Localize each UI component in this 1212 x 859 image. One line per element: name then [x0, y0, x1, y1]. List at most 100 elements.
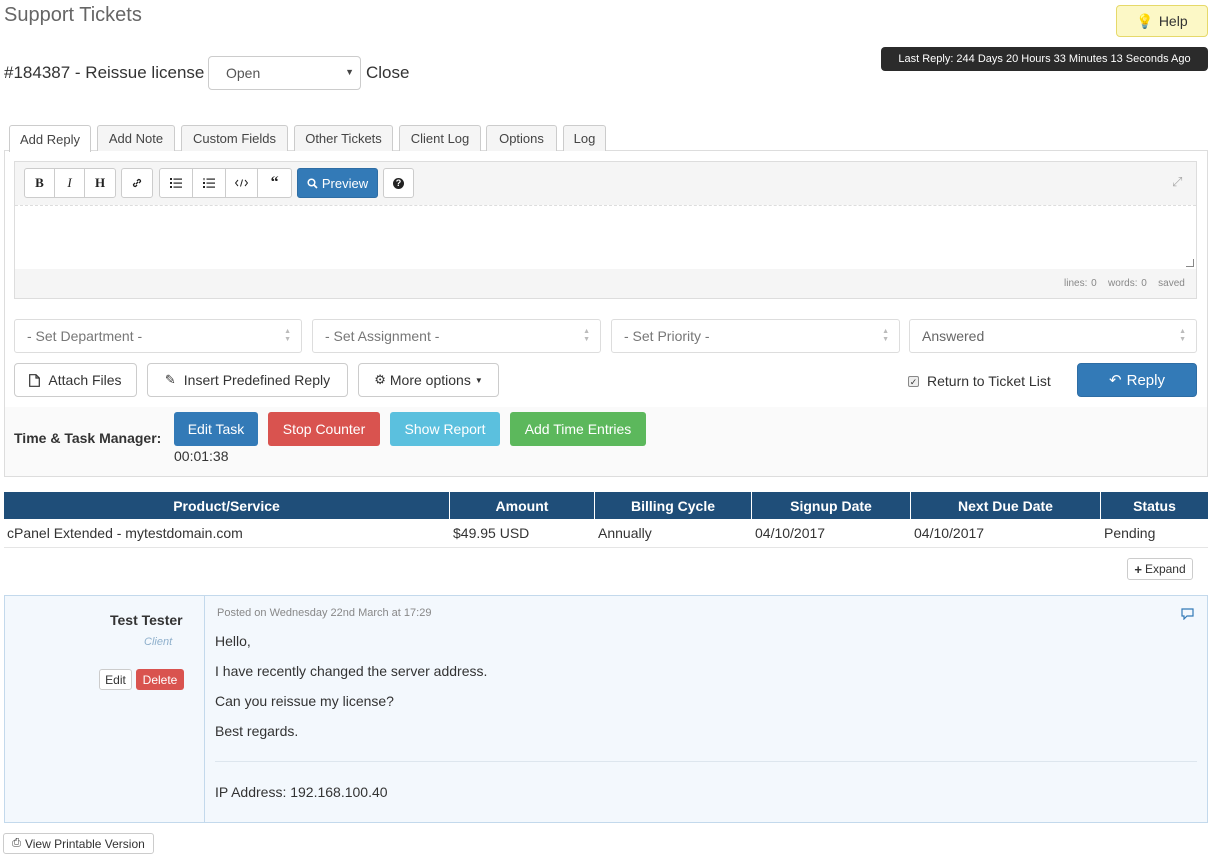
insert-predefined-label: Insert Predefined Reply [183, 372, 331, 388]
table-row-divider [4, 547, 1208, 548]
list-ul-icon [169, 178, 182, 188]
show-report-button[interactable]: Show Report [390, 412, 500, 446]
quote-button[interactable]: “ [258, 169, 291, 197]
reply-textarea[interactable] [15, 205, 1196, 269]
fullscreen-icon[interactable]: ⤢ [1172, 174, 1182, 190]
th-signup-date: Signup Date [752, 492, 910, 519]
link-toolbar-group [121, 168, 153, 198]
editor-status-bar: lines: 0 words: 0 saved [1064, 278, 1185, 289]
time-manager-label: Time & Task Manager: [14, 430, 162, 446]
message-divider [204, 596, 205, 822]
next-due-date-cell: 04/10/2017 [914, 525, 985, 541]
delete-message-button[interactable]: Delete [136, 669, 184, 690]
list-toolbar-group: “ [159, 168, 292, 198]
reply-button[interactable]: ↶ Reply [1077, 363, 1197, 397]
words-count: words: 0 [1108, 278, 1147, 289]
close-ticket-link[interactable]: Close [366, 63, 409, 83]
tab-add-note[interactable]: Add Note [97, 125, 175, 151]
view-printable-label: View Printable Version [24, 836, 145, 851]
reply-status-value: Answered [922, 328, 985, 344]
italic-button[interactable]: I [55, 169, 85, 197]
insert-predefined-reply-button[interactable]: ✎ Insert Predefined Reply [147, 363, 348, 397]
message-line: I have recently changed the server addre… [215, 663, 488, 679]
lightbulb-icon: 💡 [1136, 12, 1154, 29]
edit-task-button[interactable]: Edit Task [174, 412, 258, 446]
view-printable-button[interactable]: ⎙ View Printable Version [3, 833, 154, 854]
pencil-icon: ✎ [164, 372, 176, 387]
th-next-due-date: Next Due Date [911, 492, 1100, 519]
department-value: - Set Department - [27, 328, 143, 344]
sort-icon: ▲ ▼ [284, 328, 291, 343]
attach-files-button[interactable]: Attach Files [14, 363, 137, 397]
expand-button[interactable]: + Expand [1127, 558, 1193, 580]
signup-date-cell: 04/10/2017 [755, 525, 826, 541]
more-options-button[interactable]: ⚙ More options ▼ [358, 363, 499, 397]
assignment-select[interactable]: - Set Assignment - ▲ ▼ [312, 319, 601, 353]
search-icon [307, 177, 318, 189]
ordered-list-button[interactable] [193, 169, 226, 197]
help-button[interactable]: 💡 Help [1116, 5, 1208, 37]
edit-message-button[interactable]: Edit [99, 669, 132, 690]
checkbox-checked-icon[interactable]: ✓ [908, 375, 919, 387]
tab-client-log[interactable]: Client Log [399, 125, 481, 151]
priority-value: - Set Priority - [624, 328, 710, 344]
question-circle-icon: ? [393, 177, 404, 189]
ticket-title: #184387 - Reissue license [4, 63, 205, 82]
tab-add-reply[interactable]: Add Reply [9, 125, 91, 152]
tab-other-tickets[interactable]: Other Tickets [294, 125, 393, 151]
th-billing-cycle: Billing Cycle [595, 492, 751, 519]
assignment-value: - Set Assignment - [325, 328, 440, 344]
saved-status: saved [1158, 278, 1185, 289]
amount-cell: $49.95 USD [453, 525, 530, 541]
priority-select[interactable]: - Set Priority - ▲ ▼ [611, 319, 900, 353]
reply-status-select[interactable]: Answered ▲ ▼ [909, 319, 1197, 353]
quote-reply-icon[interactable] [1181, 608, 1194, 623]
format-toolbar-group: B I H [24, 168, 116, 198]
caret-down-icon: ▼ [345, 67, 354, 77]
message-line: Hello, [215, 633, 251, 649]
return-to-list-checkbox[interactable]: ✓ Return to Ticket List [908, 373, 1051, 389]
last-reply-badge: Last Reply: 244 Days 20 Hours 33 Minutes… [881, 47, 1208, 71]
code-button[interactable] [226, 169, 259, 197]
ticket-status-value: Open [226, 65, 261, 81]
message-rule [215, 761, 1197, 762]
code-icon [234, 179, 248, 187]
stop-counter-button[interactable]: Stop Counter [268, 412, 380, 446]
page-title: Support Tickets [4, 4, 142, 26]
markdown-help-button[interactable]: ? [383, 168, 414, 198]
resize-handle[interactable] [1186, 259, 1194, 267]
tab-custom-fields[interactable]: Custom Fields [181, 125, 288, 151]
help-label: Help [1158, 13, 1188, 29]
status-cell: Pending [1104, 525, 1156, 541]
link-button[interactable] [122, 169, 152, 197]
ticket-status-select[interactable]: Open ▼ [208, 56, 361, 90]
sort-icon: ▲ ▼ [583, 328, 590, 343]
preview-label: Preview [321, 175, 369, 191]
lines-count: lines: 0 [1064, 278, 1097, 289]
preview-button[interactable]: Preview [297, 168, 378, 198]
message-author[interactable]: Test Tester [110, 612, 183, 628]
expand-label: Expand [1144, 562, 1186, 576]
heading-button[interactable]: H [85, 169, 115, 197]
sort-icon: ▲ ▼ [882, 328, 889, 343]
add-time-entries-button[interactable]: Add Time Entries [510, 412, 646, 446]
th-status: Status [1101, 492, 1208, 519]
tab-log[interactable]: Log [563, 125, 606, 151]
unordered-list-button[interactable] [160, 169, 193, 197]
reply-label: Reply [1126, 371, 1165, 389]
gear-icon: ⚙ [374, 372, 386, 387]
file-icon [29, 373, 41, 387]
tab-options[interactable]: Options [486, 125, 557, 151]
attach-files-label: Attach Files [48, 372, 122, 388]
sort-icon: ▲ ▼ [1179, 328, 1186, 343]
bold-button[interactable]: B [25, 169, 55, 197]
department-select[interactable]: - Set Department - ▲ ▼ [14, 319, 302, 353]
quote-icon: “ [270, 174, 279, 191]
product-name-cell[interactable]: cPanel Extended - mytestdomain.com [7, 525, 243, 541]
message-ip-address: IP Address: 192.168.100.40 [215, 784, 388, 800]
caret-down-icon: ▼ [474, 375, 483, 385]
link-icon [132, 178, 142, 188]
message-line: Can you reissue my license? [215, 693, 394, 709]
reply-arrow-icon: ↶ [1109, 372, 1122, 389]
message-author-role: Client [144, 636, 173, 648]
